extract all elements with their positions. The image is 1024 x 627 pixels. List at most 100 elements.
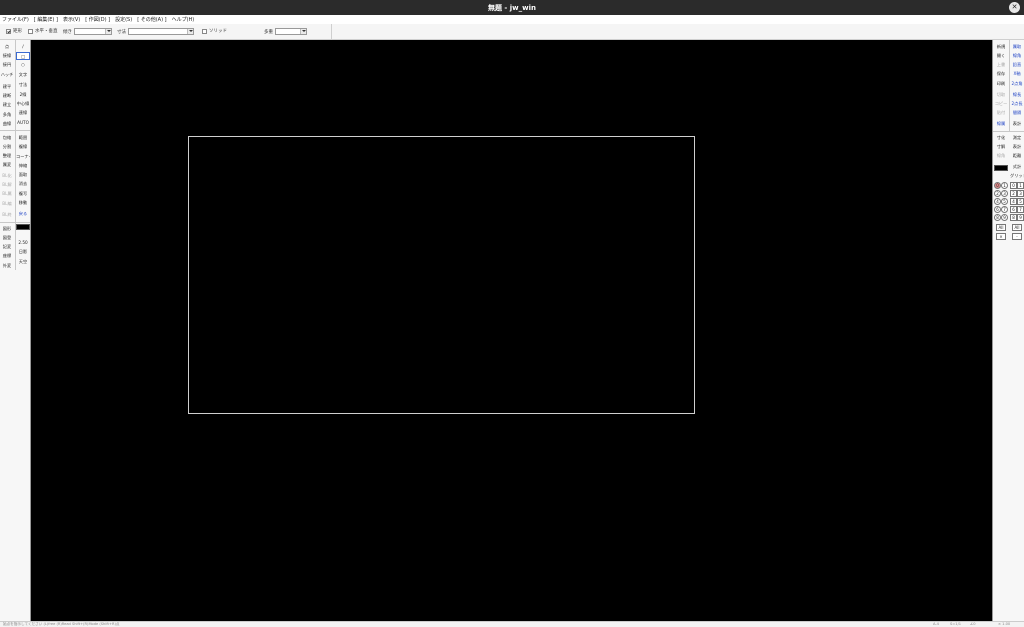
- tool-double-line[interactable]: 2線: [16, 91, 30, 99]
- tool-center-line[interactable]: 中心線: [16, 100, 30, 108]
- close-icon[interactable]: ✕: [1009, 2, 1020, 13]
- tool-2pt-angle[interactable]: 2点角: [1010, 80, 1024, 88]
- tool-block[interactable]: BL化: [0, 172, 14, 180]
- tool-coordinate[interactable]: 座標: [0, 252, 14, 260]
- horiz-option[interactable]: 水平・垂直: [28, 28, 58, 34]
- tool-block-edit[interactable]: BL編: [0, 200, 14, 208]
- chevron-down-icon[interactable]: [105, 29, 111, 34]
- tool-envelope[interactable]: 包絡: [0, 134, 14, 142]
- multi-combo[interactable]: [275, 28, 307, 35]
- tool-formula-calc[interactable]: 式計: [1010, 163, 1024, 171]
- tool-tangent[interactable]: 接線: [0, 52, 14, 60]
- tool-undo[interactable]: 戻る: [16, 210, 30, 218]
- tool-divide[interactable]: 分割: [0, 143, 14, 151]
- layer-button[interactable]: 9: [1017, 214, 1024, 221]
- layer-group-button[interactable]: 7: [1001, 206, 1008, 213]
- menu-settings[interactable]: 設定(S): [115, 16, 132, 23]
- edit-cut[interactable]: 切取: [994, 91, 1008, 99]
- tool-figure[interactable]: 図形: [0, 225, 14, 233]
- layer-group-close-button[interactable]: ×: [996, 233, 1006, 240]
- menu-edit[interactable]: [ 編集(E) ]: [34, 16, 58, 23]
- solid-option[interactable]: ソリッド: [202, 28, 227, 34]
- horiz-checkbox[interactable]: [28, 28, 33, 34]
- tool-table-calc-2[interactable]: 表計: [1010, 143, 1024, 151]
- layer-button[interactable]: 0: [1010, 182, 1017, 189]
- tool-line-attr[interactable]: 線属: [994, 120, 1008, 128]
- tool-circle[interactable]: ○: [16, 61, 30, 69]
- file-overwrite[interactable]: 上書: [994, 61, 1008, 69]
- tool-external-change[interactable]: 外変: [0, 262, 14, 270]
- tool-auto[interactable]: AUTO: [16, 119, 30, 127]
- tool-section[interactable]: 建断: [0, 92, 14, 100]
- layer-group-button[interactable]: 2: [994, 190, 1001, 197]
- tool-chamfer[interactable]: 面取: [16, 171, 30, 179]
- tool-polygon[interactable]: 多角: [0, 111, 14, 119]
- tool-continuous-line[interactable]: 連線: [16, 109, 30, 117]
- layer-group-button[interactable]: 6: [994, 206, 1001, 213]
- file-save[interactable]: 保存: [994, 70, 1008, 78]
- tool-x-axis[interactable]: X軸: [1010, 70, 1024, 78]
- layer-group-all-button[interactable]: All: [996, 224, 1006, 231]
- tool-line-length[interactable]: 線長: [1010, 91, 1024, 99]
- tool-line-angle-2[interactable]: 線角: [1010, 52, 1024, 60]
- layer-group-button[interactable]: 3: [1001, 190, 1008, 197]
- chevron-down-icon[interactable]: [300, 29, 306, 34]
- drawing-canvas[interactable]: [31, 40, 992, 621]
- tool-dim-convert[interactable]: 寸化: [994, 134, 1008, 142]
- file-new[interactable]: 新規: [994, 43, 1008, 51]
- layer-button[interactable]: 3: [1017, 190, 1024, 197]
- tool-dimension[interactable]: 寸法: [16, 81, 30, 89]
- tool-organize[interactable]: 整理: [0, 152, 14, 160]
- tool-interval[interactable]: 間隔: [1010, 109, 1024, 117]
- layer-button[interactable]: 8: [1010, 214, 1017, 221]
- tool-move[interactable]: 移動: [16, 199, 30, 207]
- tool-distance[interactable]: 距離: [1010, 152, 1024, 160]
- solid-checkbox[interactable]: [202, 28, 207, 34]
- tool-corner[interactable]: コーナー: [16, 153, 30, 161]
- menu-help[interactable]: ヘルプ(H): [172, 16, 195, 23]
- layer-button[interactable]: 1: [1017, 182, 1024, 189]
- layer-group-button[interactable]: 0: [994, 182, 1001, 189]
- tool-curve[interactable]: 曲線: [0, 120, 14, 128]
- layer-button[interactable]: 5: [1017, 198, 1024, 205]
- tool-measure[interactable]: 測定: [1010, 134, 1024, 142]
- tool-rectangle[interactable]: □: [16, 52, 30, 60]
- tool-line-angle[interactable]: 線角: [994, 152, 1008, 160]
- layer-group-button[interactable]: 1: [1001, 182, 1008, 189]
- layer-group-button[interactable]: 5: [1001, 198, 1008, 205]
- menu-draw[interactable]: [ 作図(D) ]: [85, 16, 110, 23]
- tool-range[interactable]: 範囲: [16, 134, 30, 142]
- file-print[interactable]: 印刷: [994, 80, 1008, 88]
- tool-hatch[interactable]: ハッチ: [0, 71, 14, 79]
- tool-attr-change[interactable]: 属変: [0, 161, 14, 169]
- paper-size[interactable]: A-4: [933, 622, 939, 626]
- tool-copy[interactable]: 複写: [16, 190, 30, 198]
- tool-offset[interactable]: 複線: [16, 143, 30, 151]
- layer-all-button[interactable]: All: [1012, 224, 1022, 231]
- tool-symbol-change[interactable]: 記変: [0, 243, 14, 251]
- rect-checkbox[interactable]: [6, 28, 11, 34]
- layer-group-button[interactable]: 9: [1001, 214, 1008, 221]
- rect-option[interactable]: 矩形: [6, 28, 22, 34]
- tool-vertical[interactable]: 鉛直: [1010, 61, 1024, 69]
- dim-combo[interactable]: [128, 28, 194, 35]
- tool-tangent-circle[interactable]: 接円: [0, 61, 14, 69]
- file-open[interactable]: 開く: [994, 52, 1008, 60]
- tool-shadow[interactable]: 日影: [16, 248, 30, 256]
- tool-grid[interactable]: グリッド: [1010, 172, 1024, 180]
- tool-dim-explode[interactable]: 寸解: [994, 143, 1008, 151]
- line-style-sample[interactable]: [16, 224, 30, 230]
- angle-indicator[interactable]: ∠0: [970, 622, 976, 626]
- tool-figure-register[interactable]: 図登: [0, 234, 14, 242]
- menu-file[interactable]: ファイル(F): [2, 16, 29, 23]
- tool-plan[interactable]: 建平: [0, 83, 14, 91]
- tool-sky[interactable]: 天空: [16, 258, 30, 266]
- chevron-down-icon[interactable]: [187, 29, 193, 34]
- tool-block-explode[interactable]: BL解: [0, 181, 14, 189]
- tool-2pt-length[interactable]: 2点長: [1010, 100, 1024, 108]
- layer-button[interactable]: 7: [1017, 206, 1024, 213]
- line-style-sample[interactable]: [994, 165, 1008, 171]
- layer-button[interactable]: 2: [1010, 190, 1017, 197]
- edit-paste[interactable]: 貼付: [994, 109, 1008, 117]
- layer-minus-button[interactable]: -: [1012, 233, 1022, 240]
